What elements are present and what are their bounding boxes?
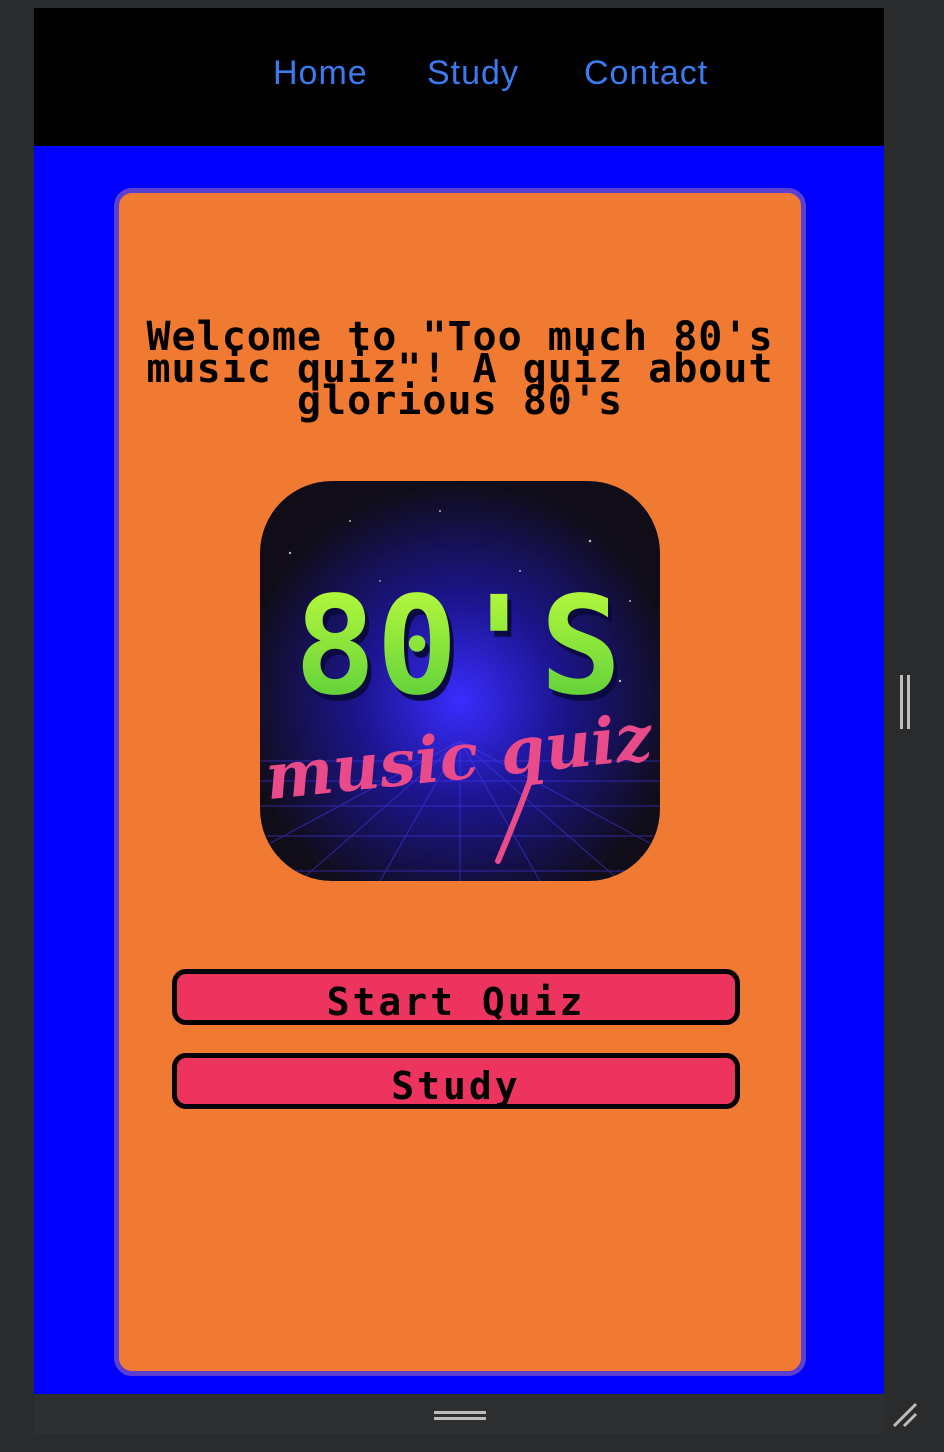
welcome-heading: Welcome to "Too much 80's music quiz"! A… <box>146 314 774 424</box>
80s-music-quiz-logo: 80'S 80'S music quiz <box>260 481 660 881</box>
resize-handle-horizontal-icon[interactable] <box>434 1408 486 1422</box>
start-quiz-button[interactable]: Start Quiz <box>172 969 740 1025</box>
study-button[interactable]: Study <box>172 1053 740 1109</box>
nav-link-contact[interactable]: Contact <box>584 54 708 93</box>
navbar: Home Study Contact <box>34 8 884 146</box>
quiz-card: Welcome to "Too much 80's music quiz"! A… <box>114 188 806 1376</box>
page-viewport: Home Study Contact Welcome to "Too much … <box>34 8 884 1394</box>
resize-handle-vertical-icon[interactable] <box>898 675 912 729</box>
nav-link-study[interactable]: Study <box>427 54 519 93</box>
logo-80s-text: 80'S <box>294 568 622 726</box>
resize-corner-icon[interactable] <box>890 1400 920 1430</box>
window-frame-top <box>0 0 944 8</box>
nav-link-home[interactable]: Home <box>273 54 368 93</box>
